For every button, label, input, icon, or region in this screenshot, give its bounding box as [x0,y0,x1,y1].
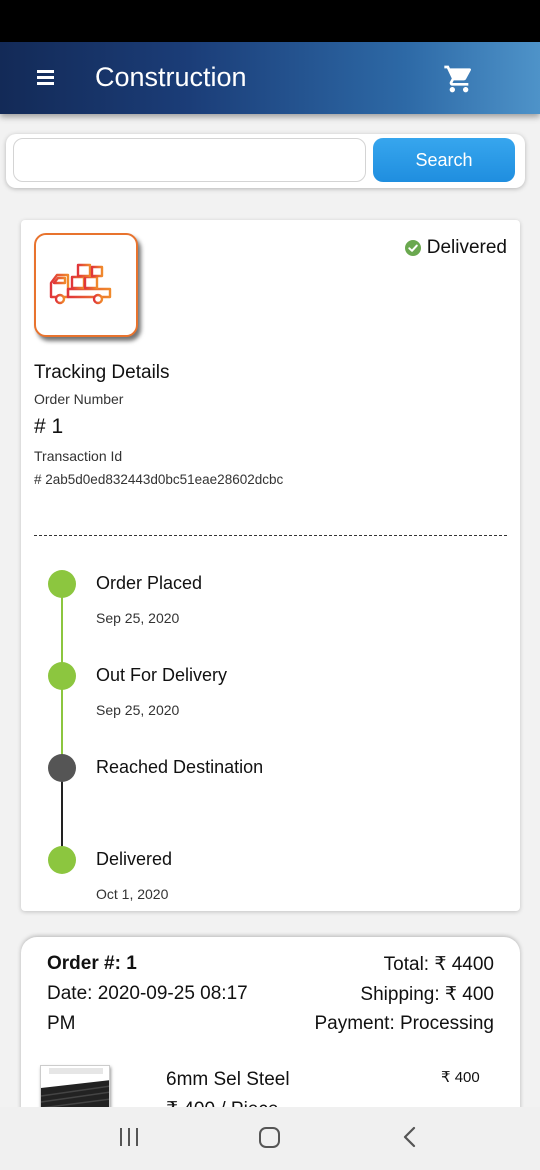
transaction-id: # 2ab5d0ed832443d0bc51eae28602dcbc [34,472,284,487]
transaction-id-label: Transaction Id [34,448,123,464]
tracking-card: Delivered Tracking Details Order Number … [21,220,520,911]
app-title: Construction [95,62,247,92]
step-date: Oct 1, 2020 [96,886,169,902]
menu-icon[interactable] [37,70,54,85]
order-date: Date: 2020-09-25 08:17 [47,983,248,1004]
search-input[interactable] [13,138,366,182]
product-price: ₹ 400 [441,1069,480,1086]
app-bar: Construction [0,42,540,114]
order-shipping: Shipping: ₹ 400 [360,984,494,1005]
check-circle-icon [404,240,421,256]
step-date: Sep 25, 2020 [96,702,180,718]
tracking-heading: Tracking Details [34,362,170,383]
delivered-status-text: Delivered [426,237,507,258]
search-bar: Search [6,134,525,188]
delivered-status-badge: Delivered [404,237,507,259]
timeline-dot-done [48,570,76,598]
cart-icon[interactable] [443,63,475,95]
truck-icon-tile [34,233,138,337]
system-nav-bar [0,1107,540,1170]
step-title: Delivered [96,849,173,869]
search-button[interactable]: Search [373,138,515,182]
nav-recent-icon[interactable] [119,1127,139,1147]
timeline-dot-pending [48,754,76,782]
status-bar [0,0,540,42]
step-title: Out For Delivery [96,665,228,685]
order-number: # 1 [34,415,64,438]
step-title: Reached Destination [96,757,264,777]
timeline-dot-done [48,846,76,874]
step-title: Order Placed [96,573,203,593]
order-number-label: Order Number [34,391,124,407]
order-number: Order #: 1 [47,953,137,974]
timeline-dot-done [48,662,76,690]
divider [34,535,507,536]
nav-home-icon[interactable] [259,1127,280,1148]
truck-icon [49,263,118,305]
order-payment-status: Payment: Processing [314,1013,494,1034]
nav-back-icon[interactable] [400,1126,420,1148]
order-date-suffix: PM [47,1013,76,1034]
step-date: Sep 25, 2020 [96,610,180,626]
product-name: 6mm Sel Steel [166,1069,290,1090]
order-total: Total: ₹ 4400 [383,954,494,975]
